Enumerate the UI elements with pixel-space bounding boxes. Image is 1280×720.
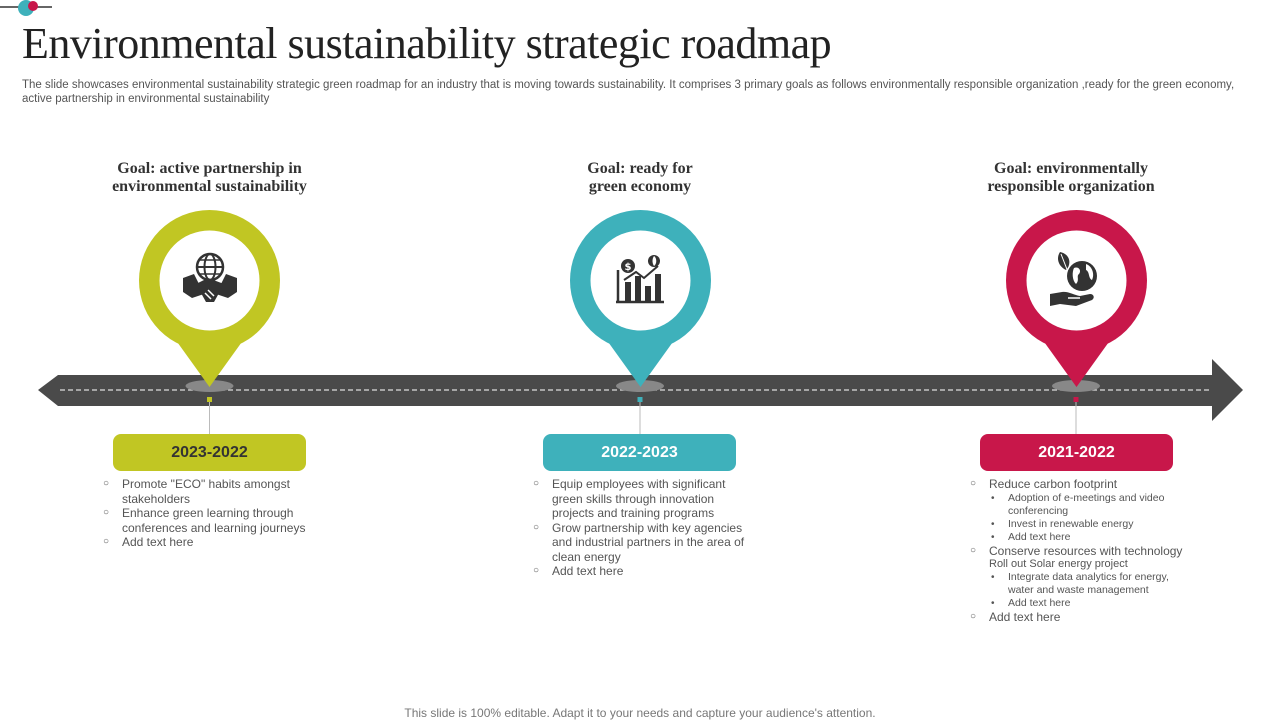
list-item: Grow partnership with key agencies and i…: [533, 521, 753, 565]
list-item: Add text here: [970, 610, 1195, 625]
goal-title-1: Goal: active partnership in environmental…: [112, 160, 307, 195]
goal-title-3: Goal: environmentally responsible organiz…: [987, 160, 1155, 195]
list-item: Reduce carbon footprint Adoption of e-me…: [970, 477, 1195, 544]
list-item: Equip employees with significant green s…: [533, 477, 753, 521]
year-badge-1: 2023-2022: [113, 434, 306, 471]
goal-title-2: Goal: ready for green economy: [587, 160, 693, 195]
growth-chart-icon: $: [616, 255, 664, 304]
handshake-globe-icon: [183, 252, 237, 302]
sub-list-item: Add text here: [989, 531, 1195, 544]
list-item-note: Roll out Solar energy project: [989, 558, 1128, 570]
list-item: Conserve resources with technology Roll …: [970, 544, 1195, 611]
sub-list-item: Add text here: [989, 597, 1195, 610]
footer-note: This slide is 100% editable. Adapt it to…: [404, 706, 876, 720]
goal-list-3: Reduce carbon footprint Adoption of e-me…: [970, 477, 1195, 625]
list-item: Add text here: [103, 535, 318, 550]
hand-globe-leaf-icon: [1050, 252, 1097, 306]
svg-text:$: $: [625, 262, 632, 273]
list-item: Add text here: [533, 564, 753, 579]
list-item: Enhance green learning through conferenc…: [103, 506, 318, 535]
sub-list-item: Integrate data analytics for energy, wat…: [989, 571, 1195, 597]
sub-list-item: Invest in renewable energy: [989, 518, 1195, 531]
list-item: Promote "ECO" habits amongst stakeholder…: [103, 477, 318, 506]
goal-list-2: Equip employees with significant green s…: [533, 477, 753, 579]
year-badge-3: 2021-2022: [980, 434, 1173, 471]
sub-list-item: Adoption of e-meetings and video confere…: [989, 492, 1195, 518]
goal-list-1: Promote "ECO" habits amongst stakeholder…: [103, 477, 318, 550]
year-badge-2: 2022-2023: [543, 434, 736, 471]
